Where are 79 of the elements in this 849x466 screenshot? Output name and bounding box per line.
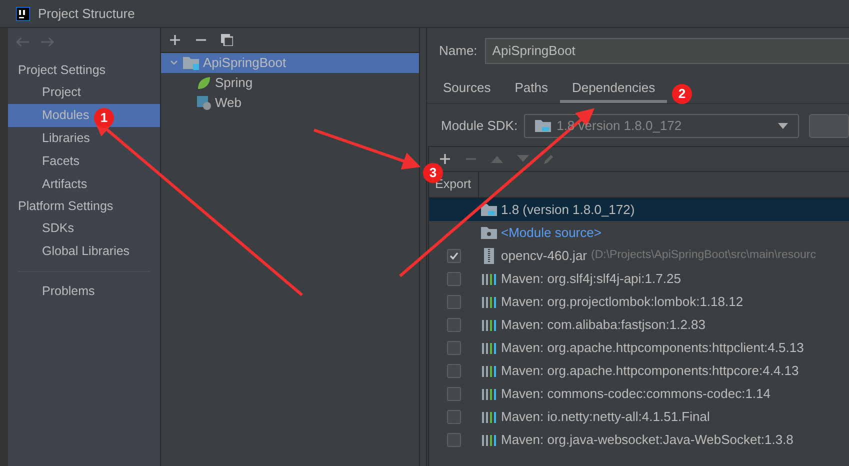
- dependency-name: Maven: org.apache.httpcomponents:httpcore:4.4.13: [501, 362, 799, 380]
- dependency-name: Maven: io.netty:netty-all:4.1.51.Final: [501, 408, 710, 426]
- checkbox[interactable]: [447, 272, 461, 286]
- dependency-row[interactable]: <Module source>: [429, 221, 849, 244]
- tab[interactable]: Paths: [502, 76, 560, 103]
- library-icon: [482, 272, 496, 284]
- sidebar-item[interactable]: Facets: [8, 150, 160, 173]
- tree-item[interactable]: Web: [161, 93, 419, 113]
- library-icon: [482, 296, 496, 308]
- leaf-icon: [197, 76, 211, 90]
- sidebar-section-title: Project Settings: [17, 62, 107, 80]
- sidebar-item[interactable]: Libraries: [8, 127, 160, 150]
- dependency-name: Maven: org.projectlombok:lombok:1.18.12: [501, 292, 744, 311]
- tab[interactable]: Sources: [431, 76, 503, 103]
- app-logo-icon: [16, 6, 30, 20]
- dependency-row[interactable]: 1.8 (version 1.8.0_172): [429, 198, 849, 221]
- library-icon: [482, 364, 496, 376]
- dependency-name: 1.8 (version 1.8.0_172): [501, 200, 635, 219]
- annotation-badge: 2: [672, 84, 692, 104]
- dependency-name: Maven: org.java-websocket:Java-WebSocket:1.3.8: [501, 430, 794, 449]
- checkbox[interactable]: [447, 410, 461, 424]
- library-icon: [482, 318, 496, 330]
- sidebar-item[interactable]: Global Libraries: [8, 240, 160, 263]
- library-icon: [482, 388, 496, 400]
- library-icon: [482, 434, 496, 446]
- copy-icon[interactable]: [221, 34, 233, 46]
- dependency-row[interactable]: Maven: org.apache.httpcomponents:httpcore:4.4.13: [429, 359, 849, 382]
- module-sdk-label: Module SDK:: [441, 117, 518, 136]
- sidebar-item[interactable]: Problems: [8, 280, 160, 303]
- web-icon: [197, 96, 211, 110]
- sdk-edit-button[interactable]: [809, 114, 849, 138]
- tab[interactable]: Dependencies: [560, 76, 668, 103]
- back-arrow-icon[interactable]: [16, 37, 30, 47]
- dropdown-caret-icon: [778, 123, 788, 129]
- dependency-row[interactable]: Maven: org.projectlombok:lombok:1.18.12: [429, 290, 849, 313]
- forward-arrow-icon[interactable]: [40, 37, 54, 47]
- dependency-row[interactable]: opencv-460.jar (D:\Projects\ApiSpringBoot\src\main\resourc: [429, 244, 849, 267]
- dependency-name: Maven: org.apache.httpcomponents:httpclient:4.5.13: [501, 338, 804, 357]
- checkbox[interactable]: [447, 248, 461, 262]
- dependency-name: Maven: com.alibaba:fastjson:1.2.83: [501, 316, 706, 334]
- folder-icon: [481, 202, 497, 216]
- folder-icon: [481, 226, 497, 240]
- sidebar-section-title: Platform Settings: [17, 198, 114, 216]
- dependency-name: opencv-460.jar: [501, 246, 587, 265]
- dependency-row[interactable]: Maven: org.java-websocket:Java-WebSocket:1.3.8: [429, 428, 849, 451]
- jar-icon: [484, 248, 494, 264]
- add-icon[interactable]: [169, 34, 181, 46]
- library-icon: [482, 342, 496, 354]
- dependency-row[interactable]: Maven: org.apache.httpcomponents:httpclient:4.5.13: [429, 336, 849, 359]
- dependency-row[interactable]: Maven: org.slf4j:slf4j-api:1.7.25: [429, 267, 849, 290]
- sidebar-item[interactable]: Artifacts: [8, 173, 160, 196]
- edit-pencil-icon[interactable]: [543, 153, 555, 165]
- name-field[interactable]: ApiSpringBoot: [485, 38, 849, 64]
- dependency-row[interactable]: Maven: com.alibaba:fastjson:1.2.83: [429, 313, 849, 336]
- dependency-name: Maven: commons-codec:commons-codec:1.14: [501, 384, 771, 403]
- move-down-icon[interactable]: [517, 155, 529, 163]
- dependency-name: <Module source>: [501, 224, 602, 242]
- sdk-dropdown[interactable]: 1.8 version 1.8.0_172: [524, 114, 799, 138]
- window-title: Project Structure: [38, 4, 135, 23]
- checkbox[interactable]: [447, 318, 461, 332]
- checkbox[interactable]: [447, 432, 461, 446]
- check-icon: [449, 250, 459, 260]
- checkbox[interactable]: [447, 386, 461, 400]
- move-up-icon[interactable]: [491, 155, 503, 163]
- checkbox[interactable]: [447, 294, 461, 308]
- dependency-name: Maven: org.slf4j:slf4j-api:1.7.25: [501, 270, 681, 288]
- sidebar-item[interactable]: Project: [8, 81, 160, 104]
- dependency-path: (D:\Projects\ApiSpringBoot\src\main\resourc: [591, 248, 816, 263]
- dependency-row[interactable]: Maven: io.netty:netty-all:4.1.51.Final: [429, 405, 849, 428]
- checkbox[interactable]: [447, 364, 461, 378]
- checkbox[interactable]: [447, 340, 461, 354]
- folder-icon: [534, 119, 551, 133]
- tree-item[interactable]: Spring: [161, 73, 419, 93]
- folder-icon: [183, 56, 199, 70]
- dependency-row[interactable]: Maven: commons-codec:commons-codec:1.14: [429, 382, 849, 405]
- library-icon: [482, 410, 496, 422]
- sidebar-item[interactable]: SDKs: [8, 217, 160, 240]
- add-icon[interactable]: [439, 153, 451, 165]
- name-label: Name:: [439, 42, 478, 60]
